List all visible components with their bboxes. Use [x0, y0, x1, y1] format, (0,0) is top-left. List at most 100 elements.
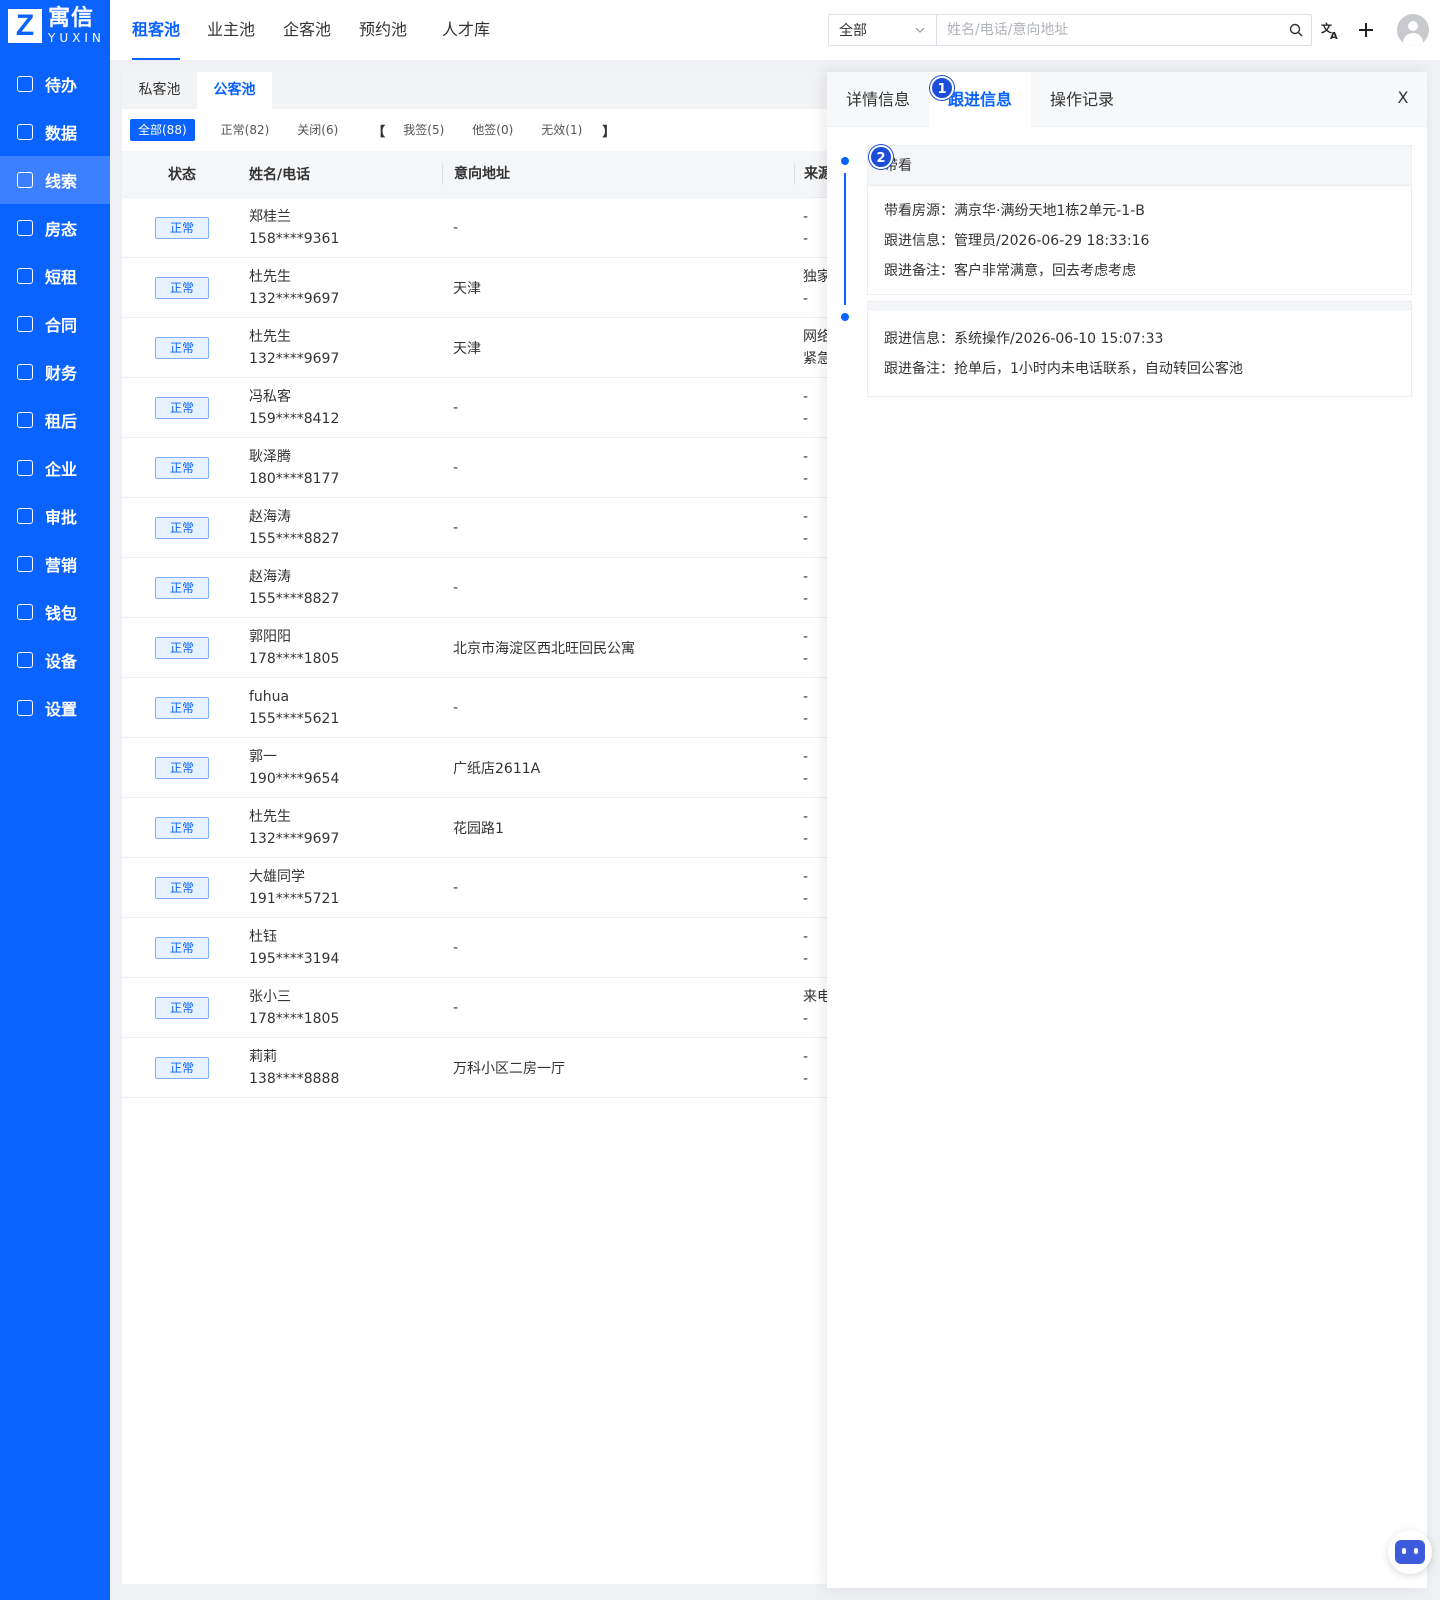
- header-address[interactable]: 意向地址: [442, 163, 794, 185]
- sidebar-item-8[interactable]: 企业: [0, 444, 110, 492]
- subtab-private-pool[interactable]: 私客池: [122, 72, 197, 109]
- table-header: 状态 姓名/电话 意向地址 来源: [122, 151, 827, 198]
- customer-name[interactable]: 大雄同学: [249, 866, 442, 888]
- sidebar-item-10[interactable]: 营销: [0, 540, 110, 588]
- table-row[interactable]: 正常 大雄同学 191****5721- - -: [122, 858, 827, 918]
- sidebar-item-12[interactable]: 设备: [0, 636, 110, 684]
- building-icon: [17, 460, 33, 476]
- filter-normal[interactable]: 正常(82): [213, 119, 278, 141]
- status-cell: 正常: [122, 996, 242, 1019]
- sidebar-item-0[interactable]: 待办: [0, 60, 110, 108]
- sidebar-item-13[interactable]: 设置: [0, 684, 110, 732]
- customer-name[interactable]: 莉莉: [249, 1046, 442, 1068]
- filter-all[interactable]: 全部(88): [130, 119, 195, 141]
- sidebar-item-9[interactable]: 审批: [0, 492, 110, 540]
- customer-name[interactable]: 郑桂兰: [249, 206, 442, 228]
- logo[interactable]: Z 寓信 YUXIN: [8, 8, 105, 44]
- customer-name[interactable]: 赵海涛: [249, 506, 442, 528]
- timeline-dot: [841, 313, 849, 321]
- source-line: -: [803, 808, 809, 825]
- tab-tenant-pool[interactable]: 租客池: [132, 0, 181, 60]
- close-icon[interactable]: X: [1393, 88, 1413, 108]
- table-row[interactable]: 正常 杜钰 195****3194- - -: [122, 918, 827, 978]
- customer-name[interactable]: 杜钰: [249, 926, 442, 948]
- panel-tab-oplog[interactable]: 操作记录: [1031, 72, 1133, 127]
- filter-mine[interactable]: 我签(5): [395, 119, 452, 141]
- followup-line: 跟进信息：管理员/2026-06-29 18:33:16: [884, 233, 1150, 249]
- search-input[interactable]: [937, 15, 1281, 45]
- tab-appointment-pool[interactable]: 预约池: [359, 0, 407, 60]
- customer-name[interactable]: 耿泽腾: [249, 446, 442, 468]
- source-line: -: [803, 290, 809, 307]
- avatar[interactable]: [1397, 14, 1429, 46]
- customer-name[interactable]: 杜先生: [249, 266, 442, 288]
- tab-talent-pool[interactable]: 人才库: [442, 0, 490, 60]
- table-row[interactable]: 正常 杜先生 132****9697 天津 独家 -: [122, 258, 827, 318]
- table-row[interactable]: 正常 杜先生 132****9697 花园路1- -: [122, 798, 827, 858]
- source-cell: --: [794, 806, 827, 850]
- source-line: -: [803, 770, 809, 787]
- filter-invalid[interactable]: 无效(1): [533, 119, 590, 141]
- header-name-phone[interactable]: 姓名/电话: [242, 164, 442, 184]
- table-row[interactable]: 正常 耿泽腾 180****8177- - -: [122, 438, 827, 498]
- table-row[interactable]: 正常 郭一 190****9654 广纸店2611A - -: [122, 738, 827, 798]
- status-badge: 正常: [155, 756, 209, 779]
- search-button[interactable]: [1281, 15, 1311, 45]
- table-row[interactable]: 正常 赵海涛 155****8827- - -: [122, 558, 827, 618]
- sidebar-item-label: 审批: [45, 508, 78, 527]
- status-badge: 正常: [155, 516, 209, 539]
- sidebar-item-1[interactable]: 数据: [0, 108, 110, 156]
- customer-name[interactable]: 郭一: [249, 746, 442, 768]
- sidebar-item-4[interactable]: 短租: [0, 252, 110, 300]
- panel-tab-details[interactable]: 详情信息: [827, 72, 929, 127]
- customer-name[interactable]: fuhua: [249, 686, 442, 708]
- source-line: -: [803, 230, 809, 247]
- status-badge: 正常: [155, 816, 209, 839]
- table-row[interactable]: 正常 杜先生 132****9697 天津 网络 紧急: [122, 318, 827, 378]
- sidebar-item-3[interactable]: 房态: [0, 204, 110, 252]
- pool-subtabs: 私客池 公客池: [122, 72, 827, 109]
- header-source[interactable]: 来源: [794, 163, 827, 185]
- table-row[interactable]: 正常 fuhua 155****5621- - -: [122, 678, 827, 738]
- sidebar-item-2[interactable]: 线索: [0, 156, 110, 204]
- translate-icon[interactable]: 文A: [1318, 18, 1342, 42]
- table-row[interactable]: 正常 莉莉 138****8888 万科小区二房一厅 - -: [122, 1038, 827, 1098]
- sidebar-item-11[interactable]: 钱包: [0, 588, 110, 636]
- table-row[interactable]: 正常 张小三 178****1805 - 来电 -: [122, 978, 827, 1038]
- table-row[interactable]: 正常 冯私客 159****8412- - -: [122, 378, 827, 438]
- timeline-line: [844, 173, 846, 305]
- customer-name[interactable]: 张小三: [249, 986, 442, 1008]
- subtab-public-pool[interactable]: 公客池: [197, 72, 272, 109]
- name-cell: 郭阳阳 178****1805: [242, 626, 442, 670]
- name-cell: 郑桂兰 158****9361: [242, 206, 442, 250]
- header-status[interactable]: 状态: [122, 164, 242, 184]
- chatbot-button[interactable]: [1388, 1530, 1432, 1574]
- customer-name[interactable]: 杜先生: [249, 326, 442, 348]
- lead-table: 状态 姓名/电话 意向地址 来源 正常郑桂兰158****9361---正常杜先…: [122, 151, 827, 1098]
- sidebar-item-5[interactable]: 合同: [0, 300, 110, 348]
- add-icon[interactable]: [1354, 18, 1378, 42]
- customer-phone: 132****9697: [249, 830, 340, 847]
- customer-phone: 158****9361: [249, 230, 340, 247]
- sidebar-item-7[interactable]: 租后: [0, 396, 110, 444]
- filter-closed[interactable]: 关闭(6): [289, 119, 346, 141]
- customer-name[interactable]: 赵海涛: [249, 566, 442, 588]
- customer-name[interactable]: 冯私客: [249, 386, 442, 408]
- sidebar-item-label: 房态: [45, 220, 78, 239]
- customer-phone: 178****1805: [249, 1010, 340, 1027]
- table-row[interactable]: 正常 郑桂兰 158****9361- - -: [122, 198, 827, 258]
- detail-panel: 详情信息 跟进信息 操作记录 X 1 带看 带看房源：满京华·满纷天地1栋2单元…: [827, 72, 1427, 1588]
- filter-others[interactable]: 他签(0): [464, 119, 521, 141]
- tab-owner-pool[interactable]: 业主池: [207, 0, 255, 60]
- customer-name[interactable]: 杜先生: [249, 806, 442, 828]
- status-cell: 正常: [122, 816, 242, 839]
- customer-name[interactable]: 郭阳阳: [249, 626, 442, 648]
- search-scope-select[interactable]: 全部: [829, 15, 937, 45]
- table-row[interactable]: 正常 赵海涛 155****8827- - -: [122, 498, 827, 558]
- tab-enterprise-pool[interactable]: 企客池: [283, 0, 331, 60]
- sidebar-item-label: 钱包: [45, 604, 78, 623]
- table-row[interactable]: 正常 郭阳阳 178****1805 北京市海淀区西北旺回民公寓 - -: [122, 618, 827, 678]
- sidebar-item-6[interactable]: 财务: [0, 348, 110, 396]
- clue-icon: [17, 172, 33, 188]
- name-cell: fuhua 155****5621: [242, 686, 442, 730]
